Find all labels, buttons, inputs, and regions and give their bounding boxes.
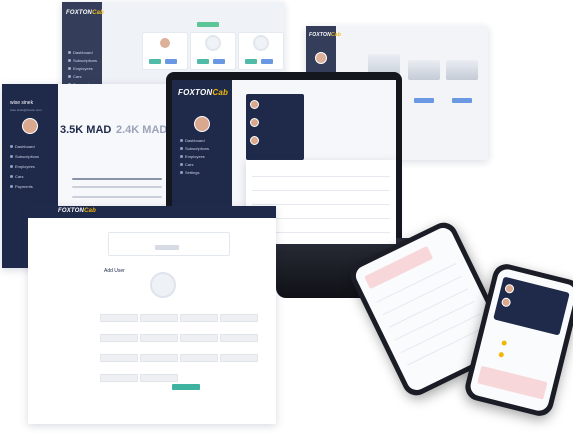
form-field[interactable] — [100, 314, 138, 322]
form-field[interactable] — [220, 334, 258, 342]
status-dot — [498, 351, 505, 358]
table-row — [252, 190, 390, 191]
top-bar: FOXTONCab — [28, 206, 276, 218]
sidebar-item-cars[interactable]: Cars — [180, 162, 193, 167]
add-user-form-panel: FOXTONCab Add User — [28, 206, 276, 424]
avatar-placeholder — [205, 35, 221, 51]
card-button[interactable] — [245, 59, 257, 64]
sidebar-item-payments[interactable]: Payments — [10, 184, 33, 189]
user-subtitle: wise.sinek@foxton.com — [10, 108, 42, 112]
sidebar-item-settings[interactable]: Settings — [180, 170, 199, 175]
avatar — [250, 118, 259, 127]
user-name: wise sinek — [10, 100, 34, 106]
form-field[interactable] — [140, 354, 178, 362]
form-field[interactable] — [220, 314, 258, 322]
form-field[interactable] — [220, 354, 258, 362]
contacts-card — [493, 276, 570, 336]
employee-card — [190, 32, 236, 70]
avatar — [250, 100, 259, 109]
table-row — [72, 178, 162, 180]
stat-value: 3.5K MAD — [60, 124, 112, 136]
avatar — [250, 136, 259, 145]
sidebar-item-dashboard[interactable]: Dashboard — [68, 50, 93, 55]
avatar — [315, 52, 327, 64]
brand-logo: FOXTONCab — [309, 32, 341, 38]
notification-card — [477, 365, 548, 400]
status-dot — [501, 340, 508, 347]
sidebar-item-subscriptions[interactable]: Subscriptions — [68, 58, 97, 63]
sidebar-item-subscriptions[interactable]: Subscriptions — [180, 146, 209, 151]
card-button[interactable] — [261, 59, 273, 64]
form-field[interactable] — [100, 334, 138, 342]
upload-button[interactable] — [155, 245, 179, 250]
brand-logo: FOXTONCab — [66, 10, 105, 16]
avatar — [159, 37, 171, 49]
avatar — [22, 118, 38, 134]
avatar — [504, 283, 515, 295]
avatar — [500, 296, 512, 308]
employee-card — [238, 32, 284, 70]
avatar-placeholder — [253, 35, 269, 51]
form-field[interactable] — [140, 334, 178, 342]
card-button[interactable] — [197, 59, 209, 64]
form-field[interactable] — [180, 354, 218, 362]
car-image — [408, 60, 440, 80]
sidebar-item-cars[interactable]: Cars — [10, 174, 23, 179]
table-row — [252, 204, 390, 205]
table-row — [72, 196, 162, 198]
sidebar-item-dashboard[interactable]: Dashboard — [10, 144, 35, 149]
card-button[interactable] — [149, 59, 161, 64]
sidebar-item-dashboard[interactable]: Dashboard — [180, 138, 205, 143]
sidebar-item-subscriptions[interactable]: Subscriptions — [10, 154, 39, 159]
sidebar-item-cars[interactable]: Cars — [68, 74, 81, 79]
stat-value: 2.4K MAD — [116, 124, 168, 136]
form-field[interactable] — [140, 374, 178, 382]
brand-logo: FOXTONCab — [58, 208, 97, 214]
car-button[interactable] — [414, 98, 434, 103]
sidebar-item-employees[interactable]: Employees — [68, 66, 93, 71]
sidebar-item-employees[interactable]: Employees — [10, 164, 35, 169]
form-field[interactable] — [100, 374, 138, 382]
table-row — [72, 186, 162, 188]
form-field[interactable] — [140, 314, 178, 322]
car-button[interactable] — [452, 98, 472, 103]
sidebar-item-employees[interactable]: Employees — [180, 154, 205, 159]
form-field[interactable] — [100, 354, 138, 362]
form-field[interactable] — [180, 334, 218, 342]
brand-logo: FOXTONCab — [178, 88, 229, 97]
contacts-card — [246, 94, 304, 160]
card-button[interactable] — [165, 59, 177, 64]
image-upload-box[interactable] — [108, 232, 230, 256]
table-row — [252, 176, 390, 177]
add-button[interactable] — [197, 22, 219, 27]
form-title: Add User — [104, 268, 125, 274]
car-image — [446, 60, 478, 80]
employee-card — [142, 32, 188, 70]
submit-button[interactable] — [172, 384, 200, 390]
user-placeholder-icon — [150, 272, 176, 298]
form-field[interactable] — [180, 314, 218, 322]
avatar — [194, 116, 210, 132]
card-button[interactable] — [213, 59, 225, 64]
